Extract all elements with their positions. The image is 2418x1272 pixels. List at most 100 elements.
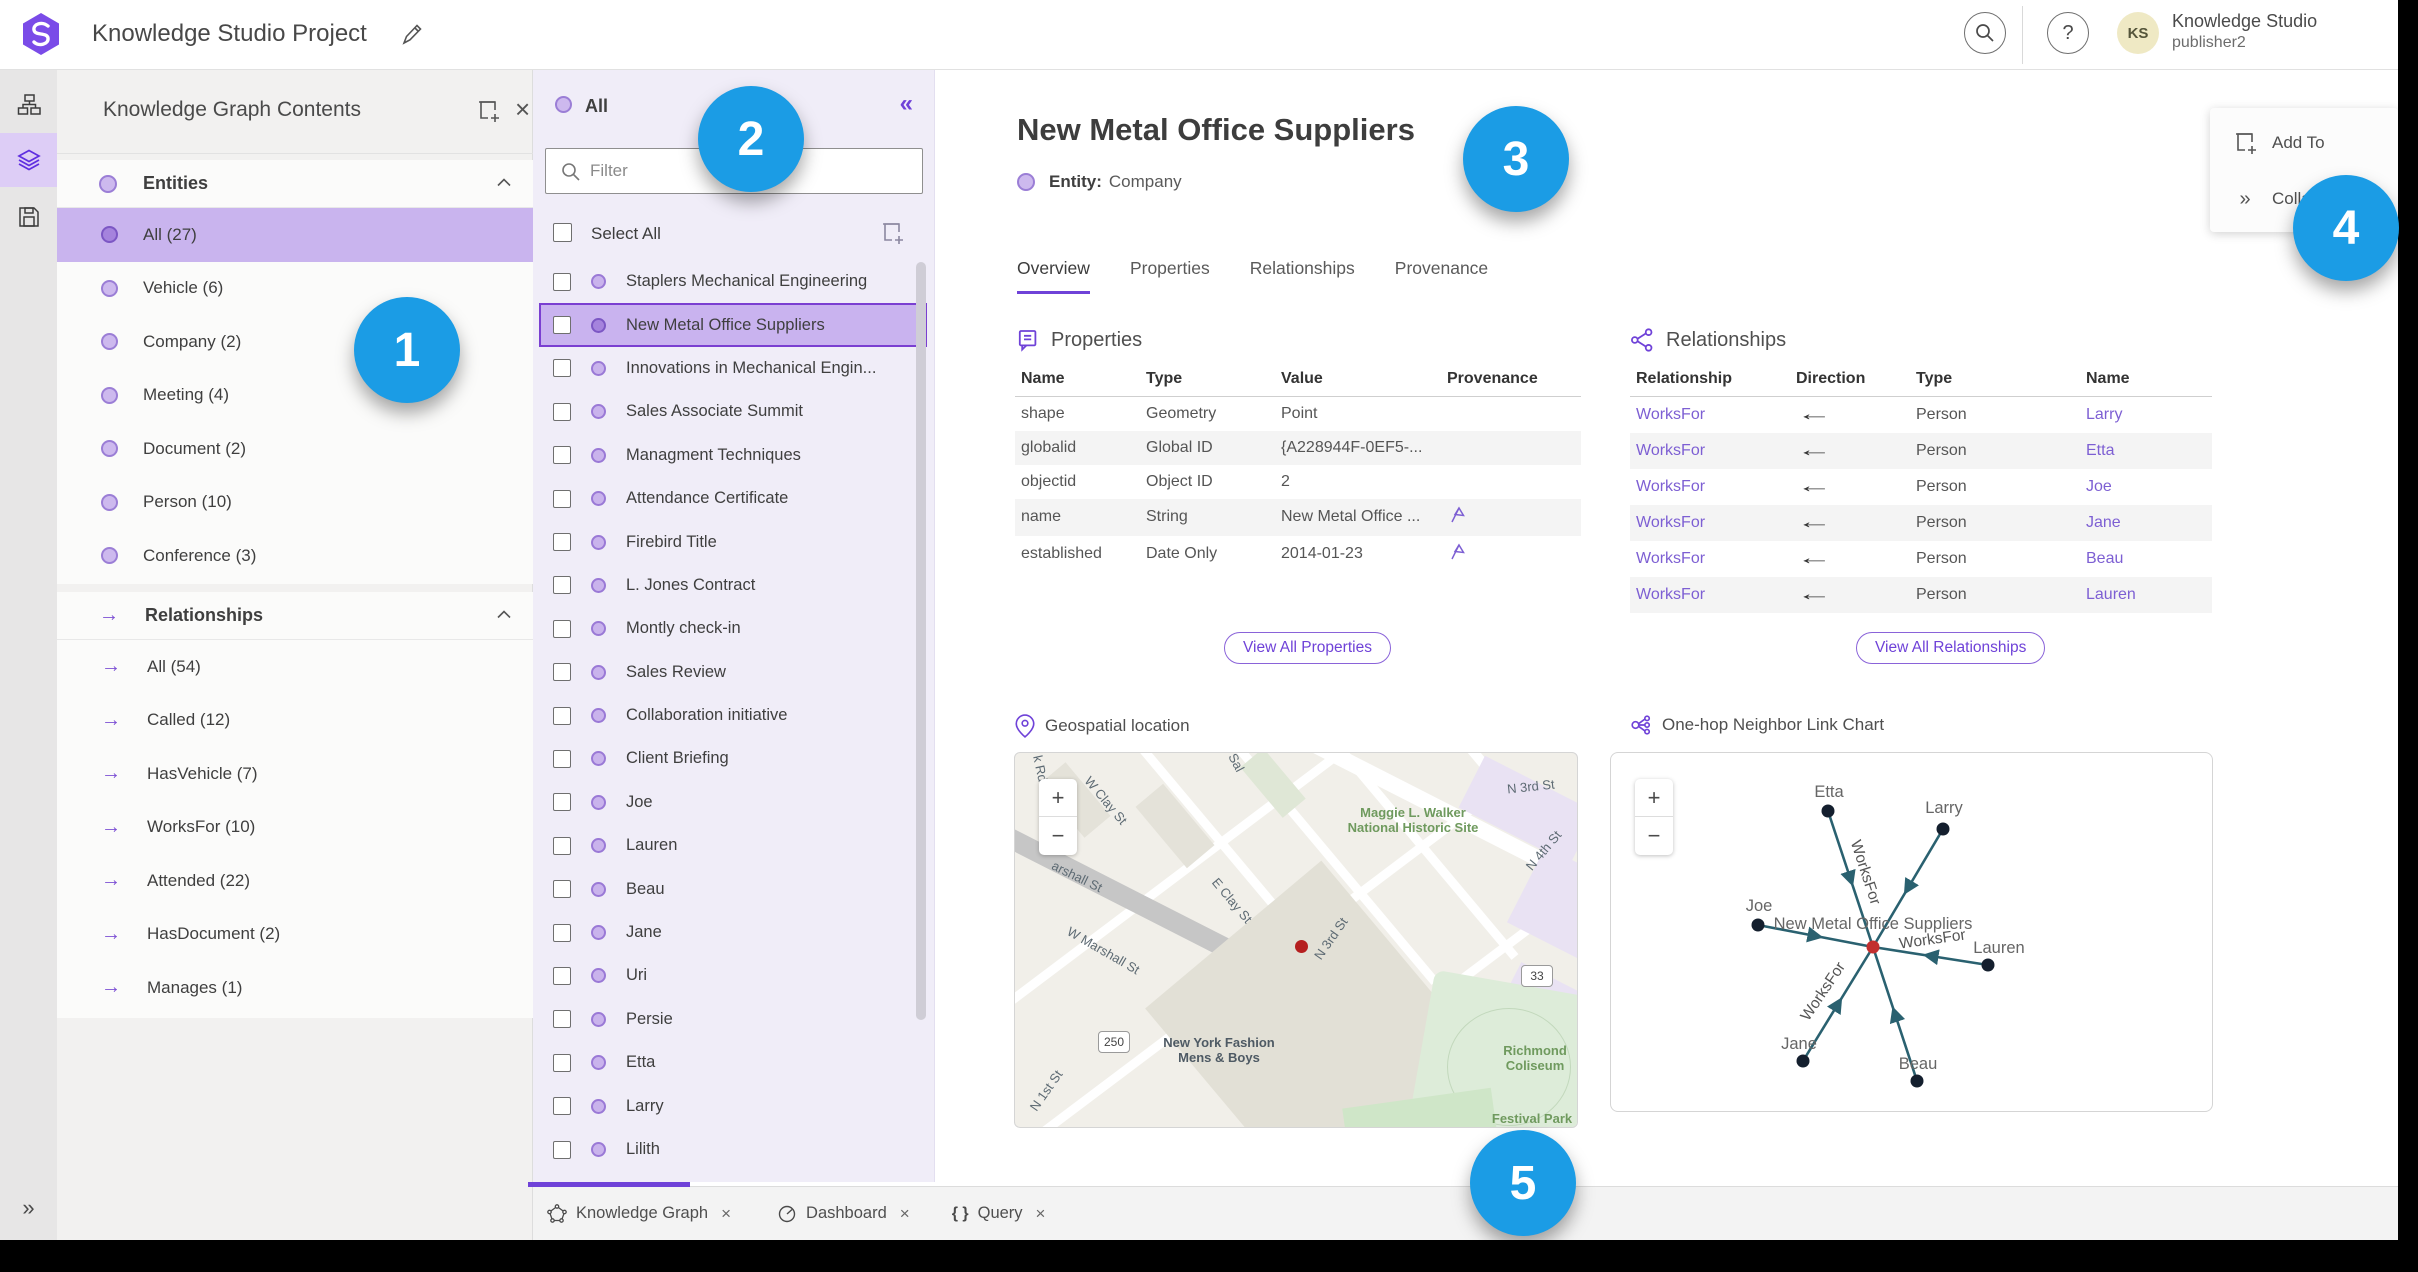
relationship-type-item-called[interactable]: → Called (12) [57,694,533,748]
item-checkbox[interactable] [553,576,571,595]
entity-type-item-person[interactable]: Person (10) [57,476,533,530]
relationship-type-item-attended[interactable]: → Attended (22) [57,854,533,908]
item-checkbox[interactable] [553,1097,571,1116]
relationship-type-item-all[interactable]: → All (54) [57,640,533,694]
geospatial-map[interactable]: + − k Rd W Clay St Sal N 3rd St Maggie L… [1014,752,1578,1128]
expand-rail-button[interactable]: » [0,1188,57,1228]
relationship-type-item-hasdocument[interactable]: → HasDocument (2) [57,908,533,962]
add-to-map-icon[interactable] [475,98,501,124]
item-checkbox[interactable] [553,706,571,725]
provenance-flag-icon[interactable] [1447,506,1465,524]
close-tab-icon[interactable]: × [1036,1204,1046,1224]
item-checkbox[interactable] [553,402,571,421]
node-dot[interactable] [1981,958,1995,972]
entity-type-item-meeting[interactable]: Meeting (4) [57,369,533,423]
node-dot[interactable] [1796,1054,1810,1068]
node-dot[interactable] [1821,804,1835,818]
list-item[interactable]: Uri [533,954,935,997]
help-button[interactable]: ? [2047,12,2089,54]
entity-location-marker[interactable] [1295,940,1308,953]
tab-knowledge-graph[interactable]: Knowledge Graph × [547,1204,731,1224]
item-checkbox[interactable] [553,619,571,638]
edit-title-icon[interactable] [400,22,424,46]
tab-properties[interactable]: Properties [1130,258,1210,294]
item-checkbox[interactable] [553,836,571,855]
relationship-type-item-worksfor[interactable]: → WorksFor (10) [57,801,533,855]
list-item[interactable]: Montly check-in [533,607,935,650]
item-checkbox[interactable] [553,533,571,552]
chevron-up-icon[interactable] [497,178,511,187]
list-item[interactable]: Etta [533,1041,935,1084]
center-node-dot[interactable] [1866,940,1880,954]
close-panel-icon[interactable]: × [515,94,530,125]
close-tab-icon[interactable]: × [900,1204,910,1224]
provenance-flag-icon[interactable] [1447,543,1465,561]
zoom-out-button[interactable]: − [1635,817,1673,855]
list-item[interactable]: Staplers Mechanical Engineering [533,260,935,303]
node-dot[interactable] [1936,822,1950,836]
rail-item-data-model[interactable] [0,78,57,132]
item-checkbox[interactable] [553,793,571,812]
relationship-type-item-hasvehicle[interactable]: → HasVehicle (7) [57,747,533,801]
item-checkbox[interactable] [553,663,571,682]
tab-dashboard[interactable]: Dashboard × [777,1204,910,1224]
one-hop-link-chart[interactable]: + − Etta Larry Joe Lauren Jane Beau New … [1610,752,2213,1112]
entities-section-header[interactable]: Entities [57,160,533,208]
item-checkbox[interactable] [553,966,571,985]
item-checkbox[interactable] [553,880,571,899]
collapse-panel-icon[interactable]: « [900,90,913,118]
list-item[interactable]: Sales Review [533,651,935,694]
select-all-checkbox[interactable] [553,223,572,242]
entity-type-item-all[interactable]: All (27) [57,208,533,262]
item-checkbox[interactable] [553,359,571,378]
zoom-in-button[interactable]: + [1635,779,1673,817]
list-item[interactable]: Firebird Title [533,520,935,563]
global-search-button[interactable] [1964,12,2006,54]
entity-type-item-company[interactable]: Company (2) [57,315,533,369]
list-item[interactable]: Client Briefing [533,737,935,780]
zoom-in-button[interactable]: + [1039,779,1077,817]
scrollbar-thumb[interactable] [916,262,926,1020]
list-item-selected[interactable]: New Metal Office Suppliers [539,303,927,347]
list-item[interactable]: Joe [533,781,935,824]
tab-overview[interactable]: Overview [1017,258,1090,294]
rail-item-save[interactable] [0,190,57,244]
list-item[interactable]: Beau [533,867,935,910]
list-item[interactable]: Lauren [533,824,935,867]
list-item[interactable]: Persie [533,998,935,1041]
item-checkbox[interactable] [553,923,571,942]
list-item[interactable]: Jane [533,911,935,954]
list-item[interactable]: Collaboration initiative [533,694,935,737]
rail-item-contents[interactable] [0,133,57,187]
item-checkbox[interactable] [553,1140,571,1159]
entity-type-item-conference[interactable]: Conference (3) [57,529,533,583]
list-item[interactable]: Sales Associate Summit [533,390,935,433]
item-checkbox[interactable] [553,316,571,335]
tab-relationships[interactable]: Relationships [1250,258,1355,294]
list-item[interactable]: L. Jones Contract [533,564,935,607]
view-all-properties-button[interactable]: View All Properties [1224,632,1391,664]
item-checkbox[interactable] [553,749,571,768]
add-to-button[interactable]: Add To [2210,118,2398,168]
add-to-map-icon[interactable] [879,220,905,246]
view-all-relationships-button[interactable]: View All Relationships [1856,632,2046,664]
relationships-section-header[interactable]: → Relationships [57,592,533,640]
close-tab-icon[interactable]: × [721,1204,731,1224]
zoom-out-button[interactable]: − [1039,817,1077,855]
item-checkbox[interactable] [553,489,571,508]
entity-type-item-document[interactable]: Document (2) [57,422,533,476]
relationship-type-item-manages[interactable]: → Manages (1) [57,961,533,1015]
user-avatar[interactable]: KS [2117,12,2159,54]
tab-provenance[interactable]: Provenance [1395,258,1488,294]
item-checkbox[interactable] [553,272,571,291]
list-item[interactable]: Managment Techniques [533,434,935,477]
tab-query[interactable]: { } Query × [952,1204,1046,1224]
item-checkbox[interactable] [553,1010,571,1029]
item-checkbox[interactable] [553,1053,571,1072]
node-dot[interactable] [1751,918,1765,932]
list-item[interactable]: Attendance Certificate [533,477,935,520]
item-checkbox[interactable] [553,446,571,465]
list-item[interactable]: Innovations in Mechanical Engin... [533,347,935,390]
list-item[interactable]: Larry [533,1084,935,1127]
chevron-up-icon[interactable] [497,610,511,619]
